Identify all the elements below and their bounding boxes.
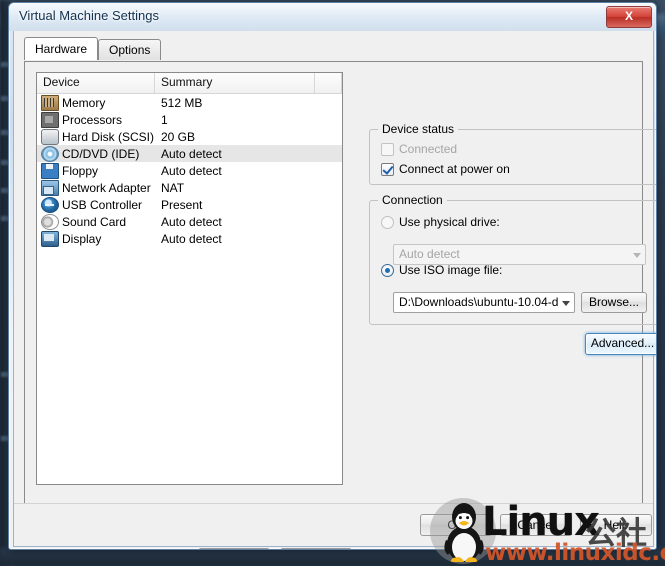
device-name-label: Memory — [62, 95, 106, 110]
column-header-extra[interactable] — [315, 73, 342, 93]
device-list-header: Device Summary — [37, 73, 342, 94]
use-physical-drive-row[interactable]: Use physical drive: — [381, 215, 500, 229]
window-title: Virtual Machine Settings — [19, 8, 159, 23]
remove-device-button[interactable]: Remove — [280, 548, 352, 549]
device-name-label: CD/DVD (IDE) — [62, 146, 140, 161]
column-header-device[interactable]: Device — [37, 73, 155, 93]
tab-options[interactable]: Options — [98, 39, 162, 60]
tab-hardware[interactable]: Hardware — [24, 37, 99, 60]
iso-image-value: D:\Downloads\ubuntu-10.04-d — [399, 295, 559, 309]
device-row[interactable]: Memory 512 MB — [37, 94, 342, 111]
use-iso-image-row[interactable]: Use ISO image file: — [381, 263, 502, 277]
device-name-label: Hard Disk (SCSI) — [62, 129, 155, 144]
use-physical-drive-label: Use physical drive: — [399, 215, 500, 229]
device-name-cell: Hard Disk (SCSI) — [37, 128, 155, 145]
device-name-cell: Network Adapter — [37, 179, 155, 196]
device-status-group: Device status Connected Connect at power… — [369, 122, 656, 185]
device-row[interactable]: CD/DVD (IDE) Auto detect — [37, 145, 342, 162]
device-name-label: Processors — [62, 112, 123, 127]
connected-label: Connected — [399, 142, 458, 156]
device-summary-cell: Auto detect — [161, 214, 222, 229]
physical-drive-value: Auto detect — [399, 247, 460, 261]
connect-at-power-on-row[interactable]: Connect at power on — [381, 162, 510, 176]
dialog-button-bar: OK Cancel Help — [14, 503, 653, 546]
cd-dvd-icon — [41, 145, 59, 162]
device-row[interactable]: Floppy Auto detect — [37, 162, 342, 179]
background-status-bar — [0, 548, 665, 566]
floppy-icon — [41, 162, 59, 179]
device-row[interactable]: USB Controller Present — [37, 196, 342, 213]
close-button[interactable]: X — [606, 6, 652, 28]
device-name-cell: Display — [37, 230, 155, 247]
device-name-label: Display — [62, 231, 102, 246]
hard-disk-icon — [41, 128, 59, 145]
device-name-label: Sound Card — [62, 214, 127, 229]
connection-legend: Connection — [378, 193, 447, 207]
device-summary-cell: Auto detect — [161, 146, 222, 161]
use-physical-drive-radio[interactable] — [381, 215, 394, 229]
use-iso-image-radio[interactable] — [381, 263, 394, 277]
advanced-button[interactable]: Advanced... — [585, 333, 656, 355]
add-device-button[interactable]: Add... — [198, 548, 270, 549]
device-row[interactable]: Sound Card Auto detect — [37, 213, 342, 230]
device-summary-cell: Auto detect — [161, 231, 222, 246]
sound-card-icon — [41, 213, 59, 230]
dialog-client-area: Hardware Options Device Summary Memory 51… — [13, 31, 656, 549]
use-iso-image-label: Use ISO image file: — [399, 263, 503, 277]
device-summary-cell: 1 — [161, 112, 168, 127]
device-row[interactable]: Hard Disk (SCSI) 20 GB — [37, 128, 342, 145]
device-status-legend: Device status — [378, 122, 459, 136]
device-summary-cell: Present — [161, 197, 203, 212]
device-summary-cell: Auto detect — [161, 163, 222, 178]
device-list-body: Memory 512 MB Processors 1 Hard Disk (SCSI) 2… — [37, 94, 342, 247]
chevron-down-icon — [633, 253, 641, 258]
device-row[interactable]: Network Adapter NAT — [37, 179, 342, 196]
column-header-summary[interactable]: Summary — [155, 73, 315, 93]
ok-button[interactable]: OK — [420, 514, 492, 536]
physical-drive-combo[interactable]: Auto detect — [393, 244, 646, 265]
device-name-cell: USB Controller — [37, 196, 155, 213]
device-name-label: Floppy — [62, 163, 99, 178]
browse-button[interactable]: Browse... — [581, 292, 647, 313]
device-name-cell: Sound Card — [37, 213, 155, 230]
device-summary-cell: NAT — [161, 180, 185, 195]
processor-icon — [41, 111, 59, 128]
virtual-machine-settings-dialog: Virtual Machine Settings X Hardware Opti… — [8, 2, 657, 550]
cancel-button[interactable]: Cancel — [500, 514, 572, 536]
connected-checkbox[interactable] — [381, 142, 394, 156]
usb-controller-icon — [41, 196, 59, 213]
help-button[interactable]: Help — [580, 514, 652, 536]
display-icon — [41, 230, 59, 247]
connected-checkbox-row[interactable]: Connected — [381, 142, 457, 156]
device-name-cell: Processors — [37, 111, 155, 128]
device-name-cell: Memory — [37, 94, 155, 111]
device-row[interactable]: Display Auto detect — [37, 230, 342, 247]
title-bar: Virtual Machine Settings X — [9, 3, 656, 31]
device-summary-cell: 20 GB — [161, 129, 196, 144]
network-adapter-icon — [41, 179, 59, 196]
device-list[interactable]: Device Summary Memory 512 MB Processors 1 Ha… — [36, 72, 343, 485]
device-name-cell: Floppy — [37, 162, 155, 179]
iso-image-combo[interactable]: D:\Downloads\ubuntu-10.04-d — [393, 292, 575, 313]
chevron-down-icon — [562, 301, 570, 306]
tab-strip: Hardware Options — [24, 37, 162, 62]
connect-at-power-on-checkbox[interactable] — [381, 162, 394, 176]
device-name-label: Network Adapter — [62, 180, 151, 195]
device-name-cell: CD/DVD (IDE) — [37, 145, 155, 162]
hardware-tab-panel: Device Summary Memory 512 MB Processors 1 Ha… — [24, 61, 656, 549]
device-row[interactable]: Processors 1 — [37, 111, 342, 128]
device-summary-cell: 512 MB — [161, 95, 203, 110]
connect-at-power-on-label: Connect at power on — [399, 162, 510, 176]
device-name-label: USB Controller — [62, 197, 143, 212]
memory-icon — [41, 94, 59, 111]
